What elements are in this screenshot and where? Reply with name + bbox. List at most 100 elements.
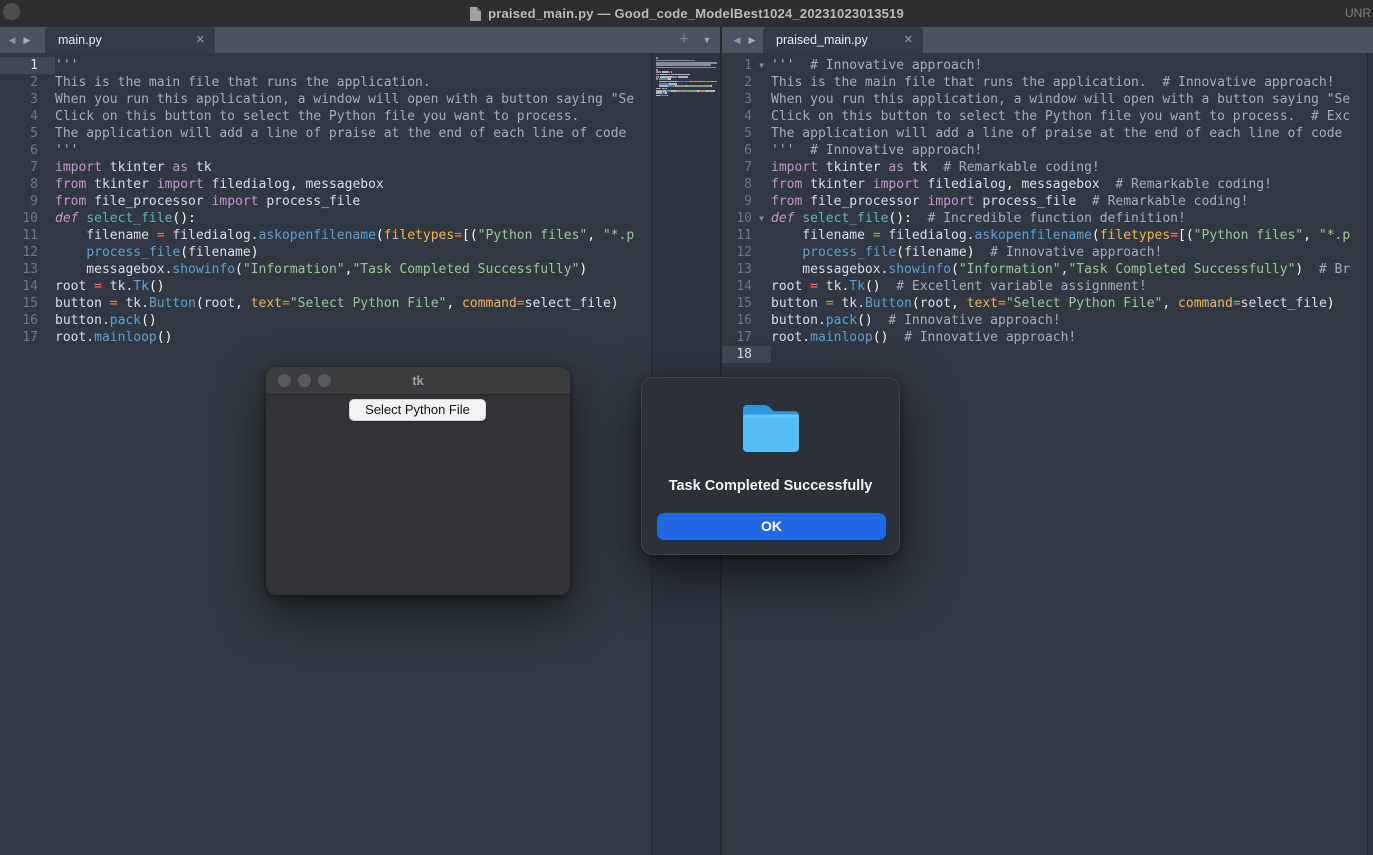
code-text: button.pack() # Innovative approach! xyxy=(771,312,1367,329)
code-line[interactable]: 12 process_file(filename) # Innovative a… xyxy=(722,244,1367,261)
code-line[interactable]: 8from tkinter import filedialog, message… xyxy=(0,176,651,193)
ok-button[interactable]: OK xyxy=(657,513,886,540)
select-python-file-button[interactable]: Select Python File xyxy=(349,399,486,421)
code-text: The application will add a line of prais… xyxy=(771,125,1367,142)
line-number: 13 xyxy=(0,261,55,278)
tab-bar: ◀ ▶ main.py ✕ + ▼ ◀ ▶ praised_main.py ✕ xyxy=(0,27,1373,53)
code-text: import tkinter as tk xyxy=(55,159,651,176)
nav-forward-icon[interactable]: ▶ xyxy=(745,27,759,53)
code-line[interactable]: 4Click on this button to select the Pyth… xyxy=(0,108,651,125)
code-text: from tkinter import filedialog, messageb… xyxy=(771,176,1367,193)
code-line[interactable]: 7import tkinter as tk # Remarkable codin… xyxy=(722,159,1367,176)
gutter-spacer xyxy=(752,125,771,142)
line-number: 5 xyxy=(722,125,752,142)
line-number: 4 xyxy=(722,108,752,125)
code-text: button = tk.Button(root, text="Select Py… xyxy=(55,295,651,312)
tab-praised-main-py[interactable]: praised_main.py ✕ xyxy=(763,27,923,53)
gutter: 10▼ xyxy=(722,210,771,227)
new-tab-icon[interactable]: + xyxy=(676,27,692,53)
code-text: ''' xyxy=(55,142,651,159)
code-line[interactable]: 11 filename = filedialog.askopenfilename… xyxy=(0,227,651,244)
code-line[interactable]: 13 messagebox.showinfo("Information","Ta… xyxy=(0,261,651,278)
line-number: 16 xyxy=(0,312,55,329)
code-line[interactable]: 1''' xyxy=(0,57,651,74)
code-line[interactable]: 2This is the main file that runs the app… xyxy=(0,74,651,91)
code-line[interactable]: 3When you run this application, a window… xyxy=(0,91,651,108)
line-number: 8 xyxy=(722,176,752,193)
code-line[interactable]: 4 Click on this button to select the Pyth… xyxy=(722,108,1367,125)
code-line[interactable]: 9from file_processor import process_file… xyxy=(722,193,1367,210)
code-line[interactable]: 16 button.pack() # Innovative approach! xyxy=(722,312,1367,329)
gutter: 13 xyxy=(722,261,771,278)
gutter-spacer xyxy=(752,261,771,278)
code-text: def select_file(): # Incredible function… xyxy=(771,210,1367,227)
code-line[interactable]: 1▼''' # Innovative approach! xyxy=(722,57,1367,74)
gutter-spacer xyxy=(752,159,771,176)
code-line[interactable]: 5The application will add a line of prai… xyxy=(0,125,651,142)
code-line[interactable]: 15button = tk.Button(root, text="Select … xyxy=(0,295,651,312)
code-line[interactable]: 17root.mainloop() # Innovative approach! xyxy=(722,329,1367,346)
gutter: 6 xyxy=(722,142,771,159)
code-line[interactable]: 7import tkinter as tk xyxy=(0,159,651,176)
code-text: root.mainloop() # Innovative approach! xyxy=(771,329,1367,346)
tab-overflow-icon[interactable]: ▼ xyxy=(699,27,715,53)
tk-titlebar[interactable]: tk xyxy=(266,367,570,395)
line-number: 14 xyxy=(0,278,55,295)
code-line[interactable]: 12 process_file(filename) xyxy=(0,244,651,261)
line-number: 7 xyxy=(0,159,55,176)
gutter: 17 xyxy=(722,329,771,346)
code-line[interactable]: 14root = tk.Tk() xyxy=(0,278,651,295)
code-text: root = tk.Tk() xyxy=(55,278,651,295)
code-text: Click on this button to select the Pytho… xyxy=(771,108,1367,125)
gutter: 12 xyxy=(722,244,771,261)
line-number: 7 xyxy=(722,159,752,176)
code-line[interactable]: 2This is the main file that runs the app… xyxy=(722,74,1367,91)
gutter-spacer xyxy=(752,176,771,193)
code-text: process_file(filename) # Innovative appr… xyxy=(771,244,1367,261)
code-line[interactable]: 13 messagebox.showinfo("Information","Ta… xyxy=(722,261,1367,278)
window-title-wrap: praised_main.py — Good_code_ModelBest102… xyxy=(0,0,1373,27)
line-number: 13 xyxy=(722,261,752,278)
code-line[interactable]: 8 from tkinter import filedialog, message… xyxy=(722,176,1367,193)
code-line[interactable]: 11 filename = filedialog.askopenfilename… xyxy=(722,227,1367,244)
nav-back-icon[interactable]: ◀ xyxy=(730,27,744,53)
code-line[interactable]: 6''' xyxy=(0,142,651,159)
close-tab-icon[interactable]: ✕ xyxy=(196,27,205,53)
code-line[interactable]: 16button.pack() xyxy=(0,312,651,329)
code-line[interactable]: 5 The application will add a line of prai… xyxy=(722,125,1367,142)
code-text: ''' xyxy=(55,57,651,74)
line-number: 9 xyxy=(0,193,55,210)
tab-main-py[interactable]: main.py ✕ xyxy=(45,27,215,53)
nav-forward-icon[interactable]: ▶ xyxy=(20,27,34,53)
tk-window-title: tk xyxy=(266,367,570,395)
folder-icon xyxy=(740,401,802,455)
line-number: 4 xyxy=(0,108,55,125)
gutter-spacer xyxy=(752,193,771,210)
fold-arrow-icon[interactable]: ▼ xyxy=(752,210,771,227)
code-line[interactable]: 3When you run this application, a window… xyxy=(722,91,1367,108)
code-text: def select_file(): xyxy=(55,210,651,227)
info-dialog: Task Completed Successfully OK xyxy=(641,377,900,555)
gutter: 2 xyxy=(722,74,771,91)
code-line[interactable]: 9from file_processor import process_file xyxy=(0,193,651,210)
close-tab-icon[interactable]: ✕ xyxy=(904,27,913,53)
code-line[interactable]: 6''' # Innovative approach! xyxy=(722,142,1367,159)
gutter: 14 xyxy=(722,278,771,295)
line-number: 2 xyxy=(0,74,55,91)
code-line[interactable]: 15button = tk.Button(root, text="Select … xyxy=(722,295,1367,312)
line-number: 1 xyxy=(722,57,752,74)
code-line[interactable]: 17root.mainloop() xyxy=(0,329,651,346)
line-number: 14 xyxy=(722,278,752,295)
code-text: messagebox.showinfo("Information","Task … xyxy=(55,261,651,278)
line-number: 16 xyxy=(722,312,752,329)
code-line[interactable]: 10def select_file(): xyxy=(0,210,651,227)
code-line[interactable]: 14root = tk.Tk() # Excellent variable as… xyxy=(722,278,1367,295)
code-text: When you run this application, a window … xyxy=(771,91,1367,108)
fold-arrow-icon[interactable]: ▼ xyxy=(752,57,771,74)
gutter: 3 xyxy=(722,91,771,108)
gutter: 11 xyxy=(722,227,771,244)
code-line[interactable]: 18 xyxy=(722,346,1367,363)
line-number: 12 xyxy=(0,244,55,261)
code-line[interactable]: 10▼def select_file(): # Incredible funct… xyxy=(722,210,1367,227)
nav-back-icon[interactable]: ◀ xyxy=(5,27,19,53)
